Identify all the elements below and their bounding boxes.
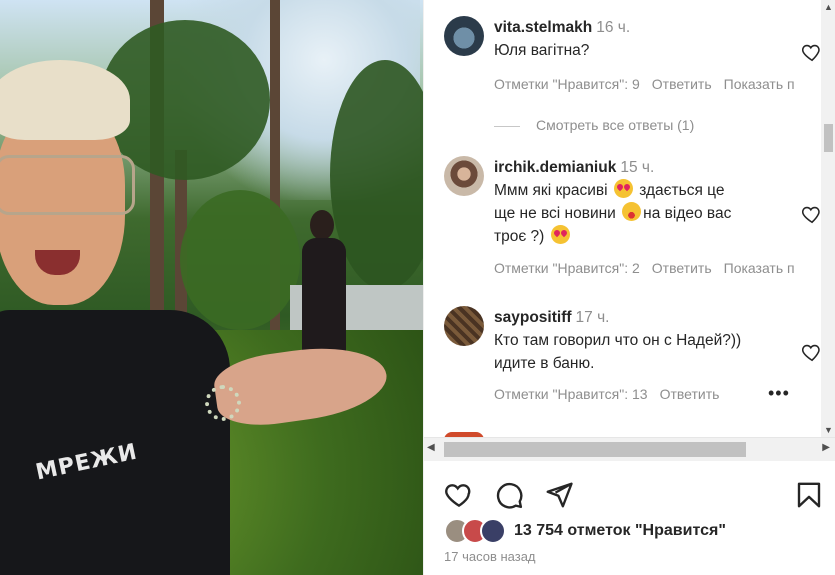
comments-list[interactable]: vita.stelmakh 16 ч. Юля вагітна? Отметки …: [424, 0, 821, 437]
comment-text-part: на відео вас: [643, 205, 732, 222]
comment-likes[interactable]: Отметки "Нравится": 13: [494, 386, 648, 402]
scroll-left-arrow-icon[interactable]: ◀: [427, 442, 435, 453]
avatar[interactable]: [444, 306, 484, 346]
liker-avatars: [444, 518, 508, 544]
action-bar: [444, 480, 824, 510]
scrollbar-thumb[interactable]: [824, 124, 833, 152]
smiling-hearts-emoji-icon: [622, 202, 642, 221]
like-comment-heart-icon[interactable]: [801, 203, 821, 225]
comment-text: Кто там говорил что он с Надей?)): [494, 332, 742, 349]
comment-text: Юля вагітна?: [494, 42, 590, 59]
scroll-right-arrow-icon[interactable]: ▶: [822, 442, 830, 453]
avatar[interactable]: [444, 156, 484, 196]
comment-text-part: троє ?): [494, 228, 545, 245]
comment-username[interactable]: vita.stelmakh: [494, 19, 592, 36]
bracelet: [205, 385, 241, 421]
avatar: [480, 518, 506, 544]
scroll-up-arrow-icon[interactable]: ▲: [824, 2, 833, 12]
heart-eyes-emoji-icon: [550, 225, 570, 244]
translate-button[interactable]: Показать п: [724, 76, 795, 92]
reply-button[interactable]: Ответить: [652, 76, 712, 92]
person-background: [300, 210, 350, 360]
comment-text-part: здається це: [639, 182, 725, 199]
comment-text-part: ще не всі новини: [494, 205, 616, 222]
more-options-icon[interactable]: •••: [768, 383, 790, 404]
avatar[interactable]: [444, 16, 484, 56]
share-icon[interactable]: [544, 480, 574, 510]
scroll-down-arrow-icon[interactable]: ▼: [824, 425, 833, 435]
bookmark-icon[interactable]: [794, 480, 824, 510]
comment-username[interactable]: saypositiff: [494, 309, 572, 326]
comment-username[interactable]: irchik.demianiuk: [494, 159, 616, 176]
like-comment-heart-icon[interactable]: [801, 41, 821, 63]
comment-text: идите в баню.: [494, 355, 595, 372]
view-replies-button[interactable]: Смотреть все ответы (1): [494, 117, 694, 133]
scrollbar-thumb[interactable]: [444, 442, 746, 457]
like-count[interactable]: 13 754 отметок "Нравится": [514, 522, 726, 540]
vertical-scrollbar[interactable]: ▲ ▼: [821, 0, 835, 437]
post-media[interactable]: МРЕЖИ: [0, 0, 423, 575]
horizontal-scrollbar[interactable]: ◀ ▶: [424, 437, 835, 461]
post-timestamp[interactable]: 17 часов назад: [444, 549, 536, 564]
translate-button[interactable]: Показать п: [724, 260, 795, 276]
reply-button[interactable]: Ответить: [652, 260, 712, 276]
person-foreground: МРЕЖИ: [0, 60, 240, 575]
likes-summary[interactable]: 13 754 отметок "Нравится": [444, 518, 824, 546]
comment-icon[interactable]: [494, 480, 524, 510]
comment-text: Ммм які красиві здається це ще не всі но…: [494, 179, 794, 248]
comments-panel: vita.stelmakh 16 ч. Юля вагітна? Отметки …: [423, 0, 835, 575]
comment-time[interactable]: 17 ч.: [576, 309, 610, 326]
comment-likes[interactable]: Отметки "Нравится": 2: [494, 260, 640, 276]
heart-icon[interactable]: [444, 480, 474, 510]
comment-time[interactable]: 15 ч.: [620, 159, 654, 176]
reply-button[interactable]: Ответить: [660, 386, 720, 402]
heart-eyes-emoji-icon: [613, 179, 633, 198]
like-comment-heart-icon[interactable]: [801, 341, 821, 363]
comment-likes[interactable]: Отметки "Нравится": 9: [494, 76, 640, 92]
comment-text-part: Ммм які красиві: [494, 182, 608, 199]
comment-time[interactable]: 16 ч.: [596, 19, 630, 36]
